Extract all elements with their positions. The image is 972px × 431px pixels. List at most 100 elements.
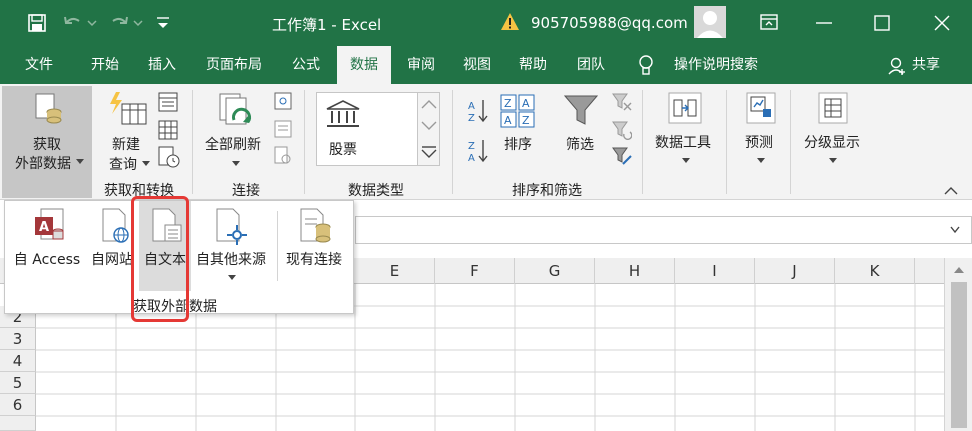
redo-icon[interactable] [108,13,144,33]
filter-funnel-icon [564,95,598,125]
existing-connections-label: 现有连接 [286,252,342,268]
group-separator [642,90,643,194]
sort-button[interactable]: 排序 [504,134,532,154]
svg-text:A: A [504,114,512,127]
ribbon-panel: 获取 外部数据 新建 查询 获取和转换 全部刷新 连接 股票 数据类型 A Z … [0,84,972,200]
group-separator [452,90,453,194]
svg-text:Z: Z [522,114,530,127]
column-header[interactable]: G [515,258,595,284]
reapply-filter-icon[interactable] [612,120,632,140]
column-header[interactable]: I [675,258,755,284]
undo-icon[interactable] [62,13,98,33]
column-header[interactable]: F [435,258,515,284]
tab-view[interactable]: 视图 [452,46,502,84]
sort-z-a-icon[interactable]: Z A [468,138,488,164]
tab-insert[interactable]: 插入 [137,46,187,84]
edit-links-icon[interactable] [274,146,292,164]
data-types-gallery[interactable]: 股票 [316,92,418,166]
row-header[interactable]: 4 [0,350,36,372]
group-separator [304,90,305,194]
from-web-label: 自网站 [91,252,133,268]
from-other-sources-button[interactable]: 自其他来源 [191,201,271,311]
column-header[interactable]: K [835,258,915,284]
scroll-up-icon[interactable] [954,266,964,274]
save-icon[interactable] [28,14,46,32]
vertical-scrollbar[interactable] [944,258,972,431]
connections-icon[interactable] [274,92,292,110]
other-sources-icon [216,208,247,245]
lightbulb-icon [639,55,653,75]
row-header[interactable]: 3 [0,328,36,350]
tell-me-search[interactable]: 操作说明搜索 [666,46,766,84]
customize-toolbar-icon[interactable] [156,14,170,32]
dropdown-arrow-icon [142,161,150,166]
properties-icon[interactable] [274,120,292,138]
dropdown-arrow-icon [76,159,84,164]
share-person-icon [888,57,905,75]
maximize-icon[interactable] [874,15,890,31]
gallery-scroll [418,92,440,166]
group-sort-filter-label: 排序和筛选 [512,183,582,199]
warning-icon[interactable] [500,12,520,32]
user-avatar-icon [697,11,723,38]
refresh-all-label[interactable]: 全部刷新 [205,134,261,154]
collapse-ribbon-icon[interactable] [944,186,958,196]
group-separator [192,90,193,194]
close-icon[interactable] [934,15,950,31]
clear-filter-icon[interactable] [612,92,632,112]
row-header[interactable] [0,416,36,431]
from-access-label: 自 Access [13,252,81,268]
outline-button[interactable]: 分级显示 [804,132,860,152]
dropdown-arrow-icon [232,161,240,166]
new-query-label-1[interactable]: 新建 [112,134,140,154]
stocks-bank-icon [326,100,360,127]
get-external-data-button[interactable]: 获取 外部数据 [2,86,92,198]
forecast-icon [746,92,776,124]
tab-file[interactable]: 文件 [14,46,64,84]
tab-formulas[interactable]: 公式 [281,46,331,84]
tab-review[interactable]: 审阅 [396,46,446,84]
formula-bar[interactable] [355,216,972,244]
row-header[interactable]: 5 [0,372,36,394]
highlight-box [131,196,189,322]
minimize-icon[interactable] [816,22,832,26]
expand-formula-bar-icon[interactable] [950,226,960,234]
dropdown-arrow-icon [757,158,765,163]
tab-data[interactable]: 数据 [337,46,391,84]
group-separator [726,90,727,194]
column-header[interactable]: E [355,258,435,284]
column-header[interactable]: J [755,258,835,284]
existing-connections-button[interactable]: 现有连接 [279,201,349,291]
avatar[interactable] [694,6,726,38]
data-tools-button[interactable]: 数据工具 [655,132,711,152]
tab-help[interactable]: 帮助 [508,46,558,84]
from-web-button[interactable]: 自网站 [87,201,137,291]
gallery-down-icon[interactable] [421,121,437,131]
scrollbar-thumb[interactable] [951,282,967,428]
tab-team[interactable]: 团队 [566,46,616,84]
filter-button[interactable]: 筛选 [566,134,594,154]
recent-sources-icon[interactable] [158,146,180,168]
tab-home[interactable]: 开始 [80,46,130,84]
ribbon-display-options-icon[interactable] [760,14,778,30]
forecast-button[interactable]: 预测 [745,132,773,152]
sort-a-z-icon[interactable]: A Z [468,98,488,124]
from-table-icon[interactable] [158,120,178,140]
column-header[interactable]: H [595,258,675,284]
gallery-up-icon[interactable] [421,99,437,109]
from-access-button[interactable]: A 自 Access [11,201,83,291]
new-query-label-2[interactable]: 查询 [109,154,137,174]
account-email[interactable]: 905705988@qq.com [531,14,688,32]
advanced-filter-icon[interactable] [612,146,632,166]
row-header[interactable]: 6 [0,394,36,416]
show-queries-icon[interactable] [158,92,178,112]
from-other-sources-label: 自其他来源 [196,252,266,268]
share-button[interactable]: 共享 [908,46,944,84]
tab-page-layout[interactable]: 页面布局 [200,46,268,84]
popup-separator [277,211,278,281]
gallery-more-icon[interactable] [421,145,437,159]
sort-dialog-icon: Z A A Z [500,94,535,128]
dropdown-arrow-icon [829,158,837,163]
svg-text:A: A [39,220,49,235]
svg-text:A: A [468,153,475,164]
